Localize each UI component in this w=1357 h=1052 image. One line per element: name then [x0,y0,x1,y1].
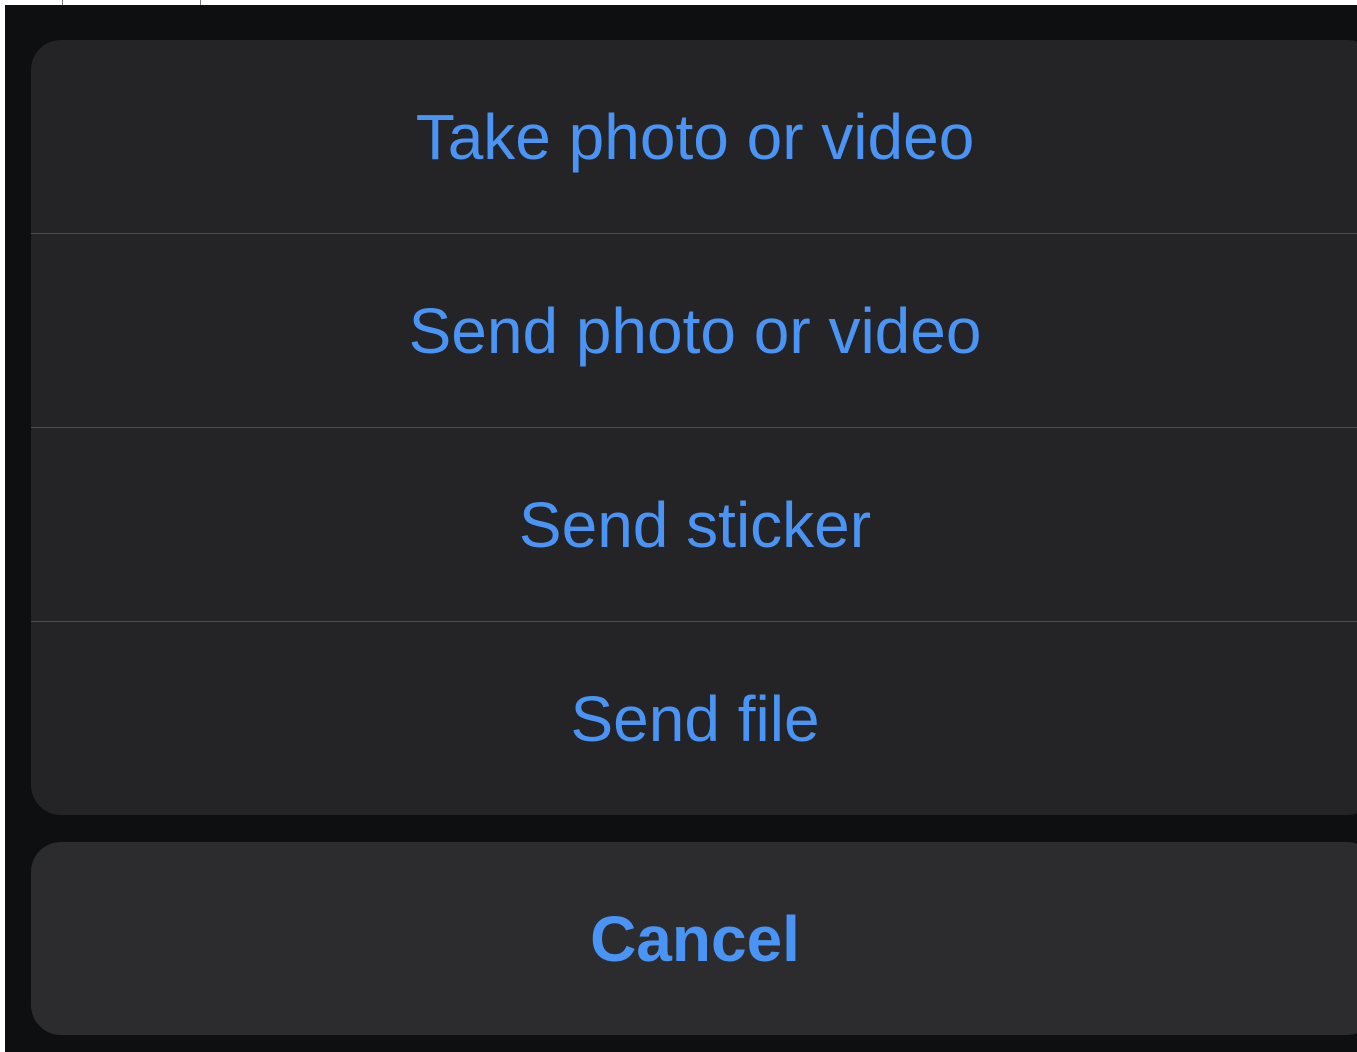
send-photo-or-video-button[interactable]: Send photo or video [31,234,1357,427]
send-sticker-button[interactable]: Send sticker [31,428,1357,621]
take-photo-or-video-label: Take photo or video [415,100,975,173]
send-file-button[interactable]: Send file [31,622,1357,815]
cancel-label: Cancel [590,902,800,975]
send-sticker-label: Send sticker [518,488,872,561]
send-file-label: Send file [570,682,820,755]
take-photo-or-video-button[interactable]: Take photo or video [31,40,1357,233]
cancel-button[interactable]: Cancel [31,842,1357,1035]
action-sheet-options: Take photo or video Send photo or video … [31,40,1357,815]
send-photo-or-video-label: Send photo or video [408,294,982,367]
dimmed-backdrop[interactable]: Take photo or video Send photo or video … [5,5,1357,1052]
